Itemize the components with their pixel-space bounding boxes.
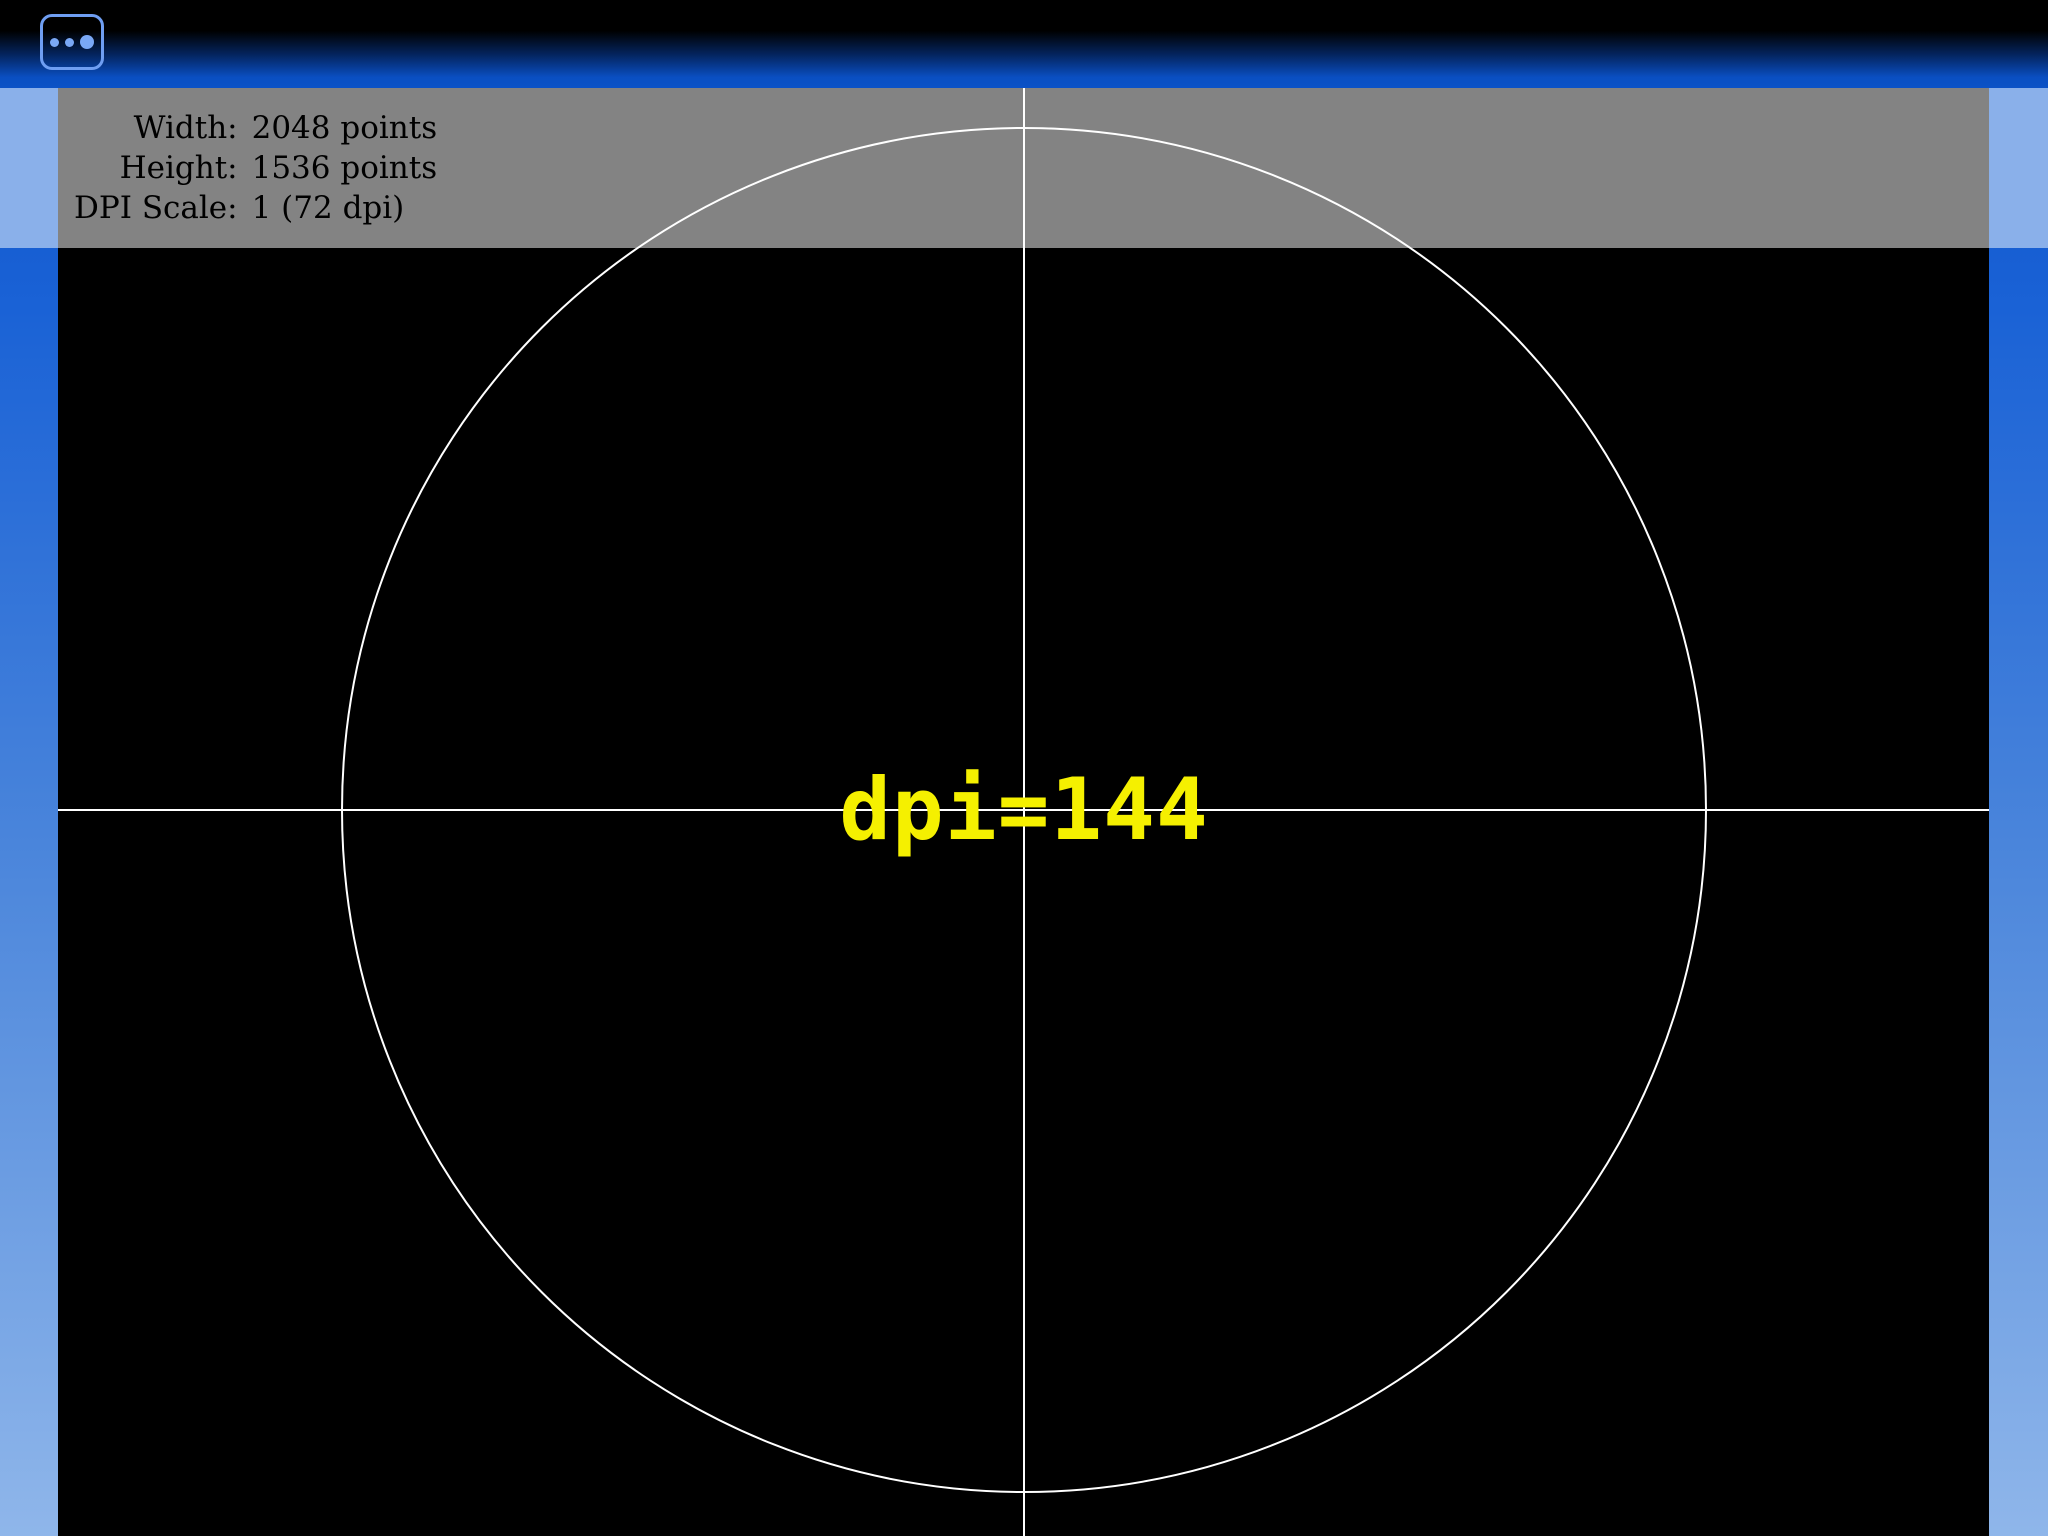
top-toolbar: [0, 0, 2048, 88]
right-margin-band: [1989, 88, 2048, 248]
left-margin-band: [0, 88, 58, 248]
more-dots-icon: [50, 37, 59, 47]
dpi-label: dpi=144: [839, 760, 1209, 860]
more-dots-icon-dot: [65, 37, 74, 47]
more-options-button[interactable]: [40, 14, 104, 70]
test-pattern-canvas: Width: 2048 points Height: 1536 points D…: [58, 88, 1989, 1536]
more-dots-icon-dot-large: [80, 35, 94, 49]
